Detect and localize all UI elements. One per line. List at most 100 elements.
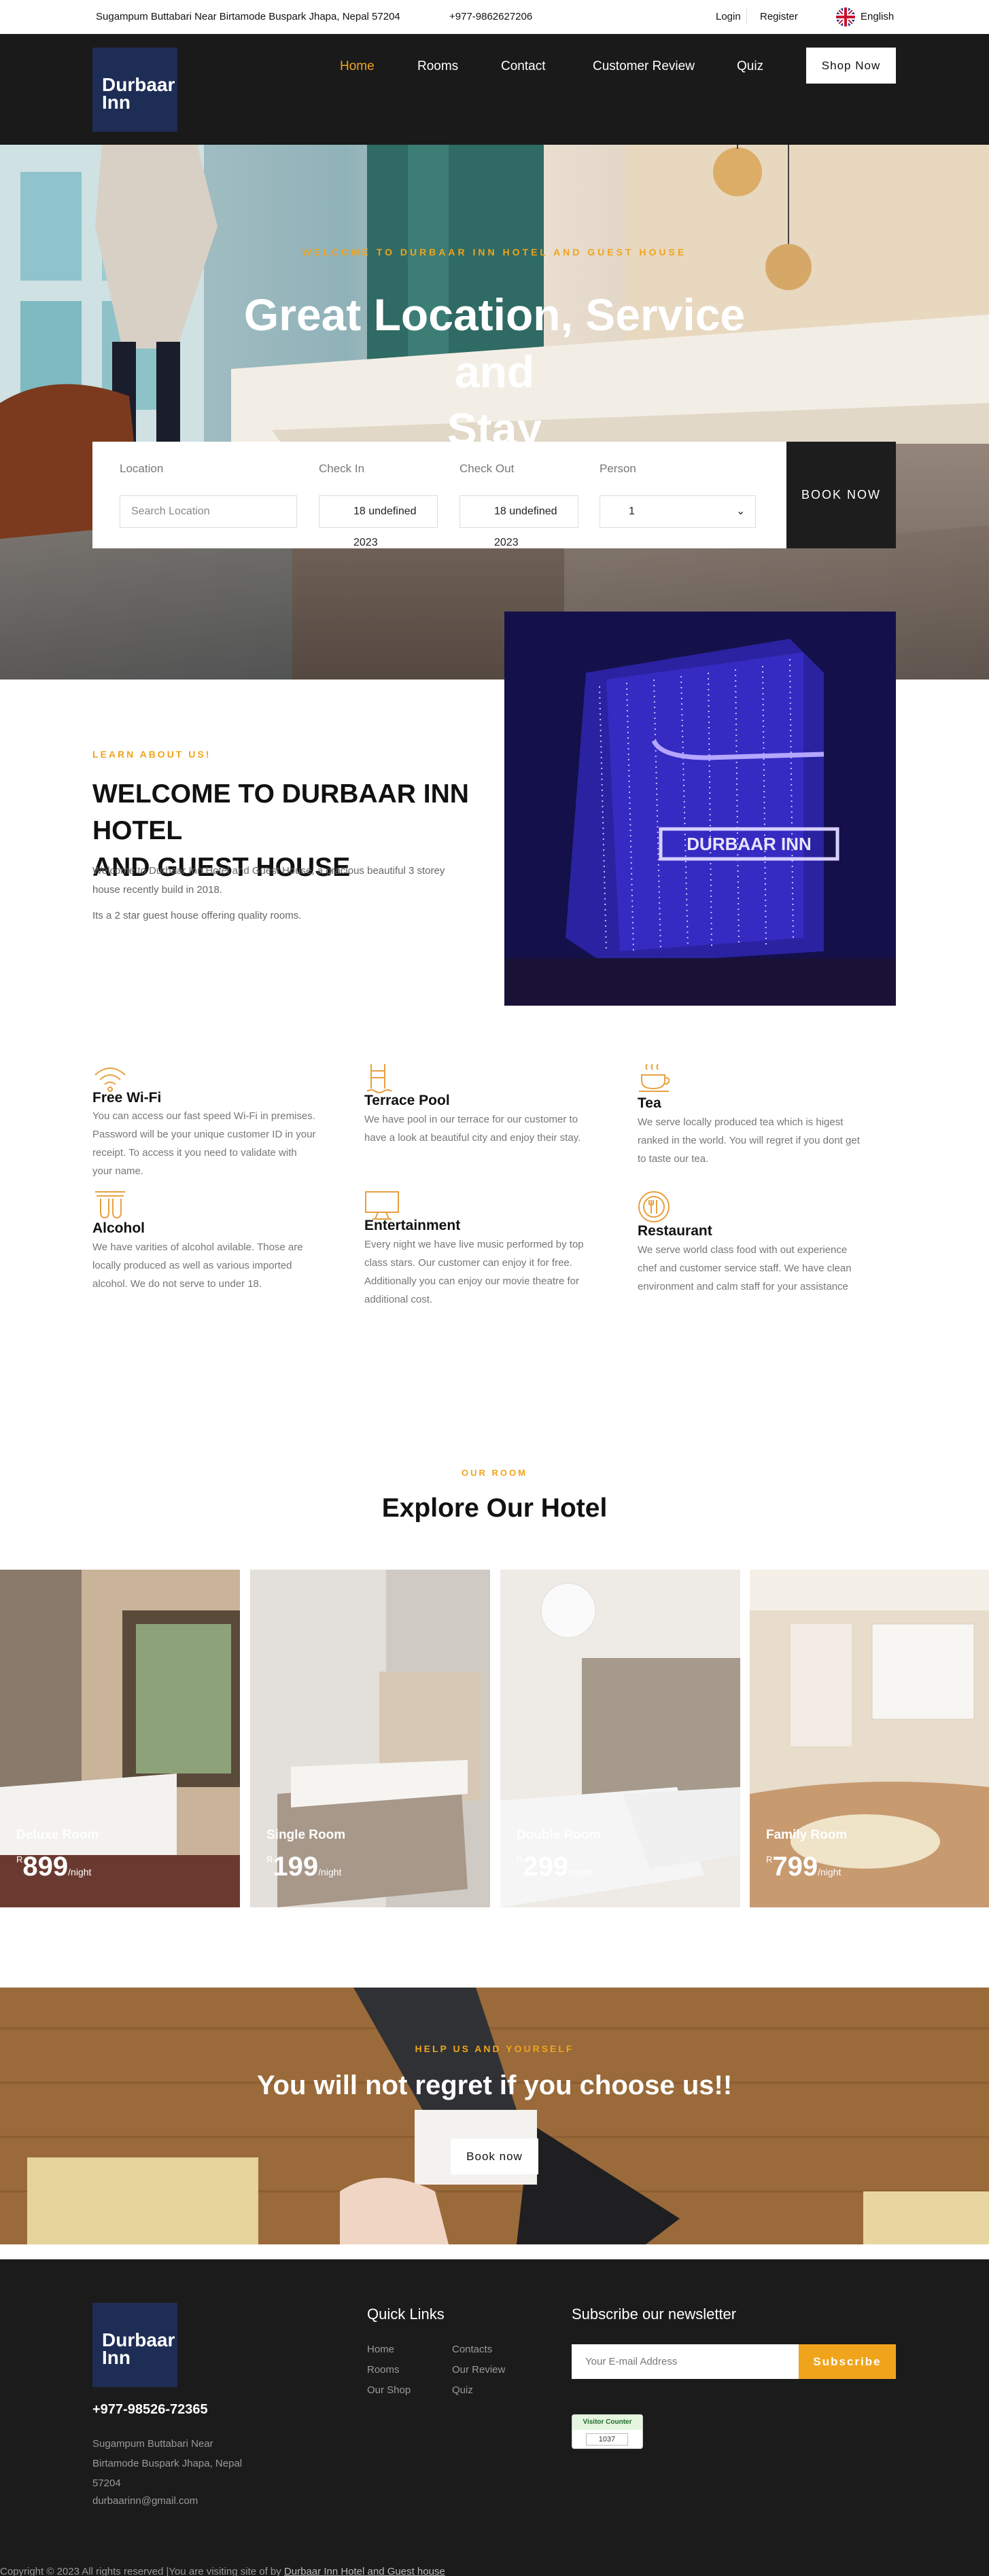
about-paragraph-1: Welcome to Durbaar Inn Hotel and Guest H… (92, 862, 487, 900)
room-price-currency: R (517, 1854, 523, 1865)
hero-subtitle: WELCOME TO DURBAAR INN HOTEL AND GUEST H… (302, 247, 687, 258)
logo[interactable]: Durbaar Inn (92, 48, 177, 132)
visitor-counter-badge: Visitor Counter 1037 (572, 2414, 643, 2449)
room-price: R799/night (766, 1852, 841, 1882)
alcohol-icon (92, 1189, 128, 1222)
room-price-per: /night (568, 1867, 592, 1877)
feature-desc-line: additional cost. (364, 1294, 433, 1305)
about-paragraph-2: Its a 2 star guest house offering qualit… (92, 910, 302, 921)
footer-address-line: Sugampum Buttabari Near (92, 2438, 213, 2450)
checkout-input[interactable]: 18 undefined 2023 (459, 495, 578, 548)
room-card-double[interactable]: Double Room R299/night (500, 1570, 740, 1907)
about-paragraph-1-line2: house recently build in 2018. (92, 884, 222, 896)
room-price: R199/night (266, 1852, 341, 1882)
room-name: Family Room (766, 1828, 848, 1842)
quick-link-contacts[interactable]: Contacts (452, 2344, 492, 2355)
rooms-subtitle: OUR ROOM (462, 1468, 527, 1478)
uk-flag-icon[interactable] (836, 7, 855, 27)
feature-title: Free Wi-Fi (92, 1090, 162, 1106)
about-title-line1: WELCOME TO DURBAAR INN HOTEL (92, 779, 469, 845)
hero-section: WELCOME TO DURBAAR INN HOTEL AND GUEST H… (0, 145, 989, 680)
language-selector[interactable]: English (861, 11, 894, 22)
topbar-divider (746, 8, 747, 24)
book-now-cta-button[interactable]: Book now (451, 2138, 538, 2174)
feature-description: Every night we have live music performed… (364, 1235, 616, 1309)
feature-title: Entertainment (364, 1218, 461, 1233)
copyright: Copyright © 2023 All rights reserved |Yo… (0, 2566, 445, 2576)
register-link[interactable]: Register (760, 11, 798, 22)
room-price-per: /night (68, 1867, 92, 1877)
feature-description: You can access our fast speed Wi-Fi in p… (92, 1107, 344, 1180)
nav-rooms[interactable]: Rooms (417, 59, 458, 74)
feature-alcohol: Alcohol We have varities of alcohol avil… (92, 1189, 344, 1290)
quick-link-home[interactable]: Home (367, 2344, 394, 2355)
footer-email[interactable]: durbaarinn@gmail.com (92, 2495, 198, 2507)
room-price-per: /night (818, 1867, 841, 1877)
room-price-value: 799 (772, 1852, 818, 1882)
feature-desc-line: have a look at beautiful city and enjoy … (364, 1132, 581, 1144)
checkin-input[interactable]: 18 undefined 2023 (319, 495, 438, 548)
person-select[interactable]: 1 ⌄ (600, 495, 756, 528)
feature-desc-line: Password will be your unique customer ID… (92, 1129, 316, 1140)
room-card-single[interactable]: Single Room R199/night (250, 1570, 490, 1907)
subscribe-button[interactable]: Subscribe (799, 2344, 896, 2379)
topbar-phone[interactable]: +977-9862627206 (449, 11, 532, 22)
cta-subtitle: HELP US AND YOURSELF (415, 2043, 574, 2054)
room-name: Single Room (266, 1828, 346, 1842)
feature-title: Alcohol (92, 1220, 145, 1236)
quick-link-our-shop[interactable]: Our Shop (367, 2384, 411, 2396)
restaurant-icon (638, 1190, 673, 1223)
room-price: R899/night (16, 1852, 91, 1882)
about-paragraph-1-line1: Welcome to Durbaar Inn Hotel and Guest H… (92, 865, 445, 877)
tea-icon (638, 1061, 673, 1094)
quick-link-our-review[interactable]: Our Review (452, 2364, 505, 2376)
footer-logo[interactable]: Durbaar Inn (92, 2303, 177, 2387)
top-bar: Sugampum Buttabari Near Birtamode Buspar… (0, 0, 989, 34)
feature-title: Restaurant (638, 1223, 712, 1239)
cta-title: You will not regret if you choose us!! (256, 2070, 733, 2100)
nav-customer-review[interactable]: Customer Review (593, 59, 695, 74)
room-price-currency: R (16, 1854, 23, 1865)
feature-description: We have varities of alcohol avilable. Th… (92, 1238, 344, 1293)
footer-address-line: 57204 (92, 2477, 121, 2489)
person-label: Person (600, 462, 636, 475)
feature-tea: Tea We serve locally produced tea which … (638, 1061, 889, 1170)
location-input[interactable]: Search Location (120, 495, 297, 528)
copyright-text: Copyright © 2023 All rights reserved |Yo… (0, 2566, 284, 2576)
hero-title-line1: Great Location, Service and (243, 289, 746, 397)
quick-link-rooms[interactable]: Rooms (367, 2364, 400, 2376)
checkout-label: Check Out (459, 462, 515, 475)
quick-link-quiz[interactable]: Quiz (452, 2384, 473, 2396)
cta-section: HELP US AND YOURSELF You will not regret… (0, 1988, 989, 2244)
footer-phone[interactable]: +977-98526-72365 (92, 2402, 208, 2418)
nav-home[interactable]: Home (340, 59, 375, 74)
feature-title: Terrace Pool (364, 1093, 450, 1108)
feature-description: We serve world class food with out exper… (638, 1241, 889, 1296)
newsletter-title: Subscribe our newsletter (572, 2306, 737, 2323)
nav-contact[interactable]: Contact (501, 59, 545, 74)
about-subtitle: LEARN ABOUT US! (92, 749, 211, 760)
feature-desc-line: We have pool in our terrace for our cust… (364, 1114, 578, 1125)
copyright-link[interactable]: Durbaar Inn Hotel and Guest house (284, 2566, 445, 2576)
feature-desc-line: receipt. To access it you need to valida… (92, 1147, 297, 1159)
room-name: Deluxe Room (16, 1828, 99, 1842)
book-now-button[interactable]: BOOK NOW (786, 442, 896, 548)
shop-now-button[interactable]: Shop Now (806, 48, 896, 84)
login-link[interactable]: Login (716, 11, 741, 22)
visitor-counter-value: 1037 (586, 2433, 628, 2446)
footer-address: Sugampum Buttabari Near Birtamode Buspar… (92, 2434, 262, 2493)
logo-line2: Inn (102, 92, 131, 113)
feature-desc-line: You can access our fast speed Wi-Fi in p… (92, 1110, 315, 1122)
room-card-deluxe[interactable]: Deluxe Room R899/night (0, 1570, 240, 1907)
feature-desc-line: Every night we have live music performed… (364, 1239, 584, 1250)
room-card-family[interactable]: Family Room R799/night (750, 1570, 989, 1907)
feature-description: We have pool in our terrace for our cust… (364, 1110, 616, 1147)
newsletter-email-input[interactable]: Your E-mail Address (572, 2344, 799, 2379)
nav-quiz[interactable]: Quiz (737, 59, 763, 74)
room-price-value: 899 (22, 1852, 69, 1882)
hotel-building-image: DURBAAR INN (504, 612, 896, 1006)
entertainment-icon (364, 1189, 400, 1222)
room-price-value: 199 (273, 1852, 319, 1882)
feature-desc-line: class stars. Our customer can enjoy it f… (364, 1257, 572, 1269)
feature-title: Tea (638, 1095, 661, 1111)
